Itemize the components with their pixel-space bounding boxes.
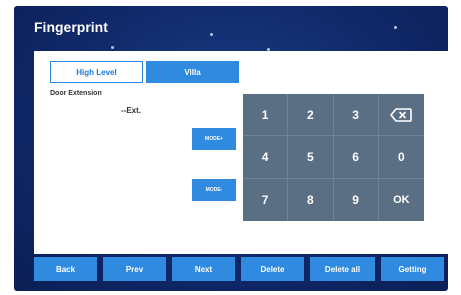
tab-villa[interactable]: Villa xyxy=(146,61,239,83)
numeric-keypad: 1 2 3 4 5 6 0 7 8 9 OK xyxy=(243,94,424,221)
device-screen: Fingerprint High Level Villa Door Extens… xyxy=(14,6,448,291)
mode-plus-button[interactable]: MODE+ xyxy=(192,128,236,150)
door-extension-label: Door Extension xyxy=(50,90,102,97)
next-button[interactable]: Next xyxy=(172,257,235,281)
backspace-key[interactable] xyxy=(378,94,424,137)
background-sparkle xyxy=(111,46,114,49)
key-5[interactable]: 5 xyxy=(288,136,334,179)
prev-button[interactable]: Prev xyxy=(103,257,166,281)
key-6[interactable]: 6 xyxy=(333,136,379,179)
tab-high-level[interactable]: High Level xyxy=(50,61,143,83)
key-2[interactable]: 2 xyxy=(288,94,334,137)
key-8[interactable]: 8 xyxy=(288,178,334,221)
mode-minus-button[interactable]: MODE- xyxy=(192,179,236,201)
delete-all-button[interactable]: Delete all xyxy=(310,257,375,281)
key-0[interactable]: 0 xyxy=(378,136,424,179)
delete-button[interactable]: Delete xyxy=(241,257,304,281)
key-3[interactable]: 3 xyxy=(333,94,379,137)
page-title: Fingerprint xyxy=(34,19,108,35)
backspace-icon xyxy=(390,107,413,122)
getting-button[interactable]: Getting xyxy=(381,257,444,281)
ok-key[interactable]: OK xyxy=(379,179,424,221)
key-7[interactable]: 7 xyxy=(243,178,289,221)
key-4[interactable]: 4 xyxy=(243,136,289,179)
key-9[interactable]: 9 xyxy=(334,178,379,221)
key-1[interactable]: 1 xyxy=(243,94,289,137)
back-button[interactable]: Back xyxy=(34,257,97,281)
background-sparkle xyxy=(394,26,397,29)
extension-value: --Ext. xyxy=(121,106,141,115)
background-sparkle xyxy=(210,33,213,36)
